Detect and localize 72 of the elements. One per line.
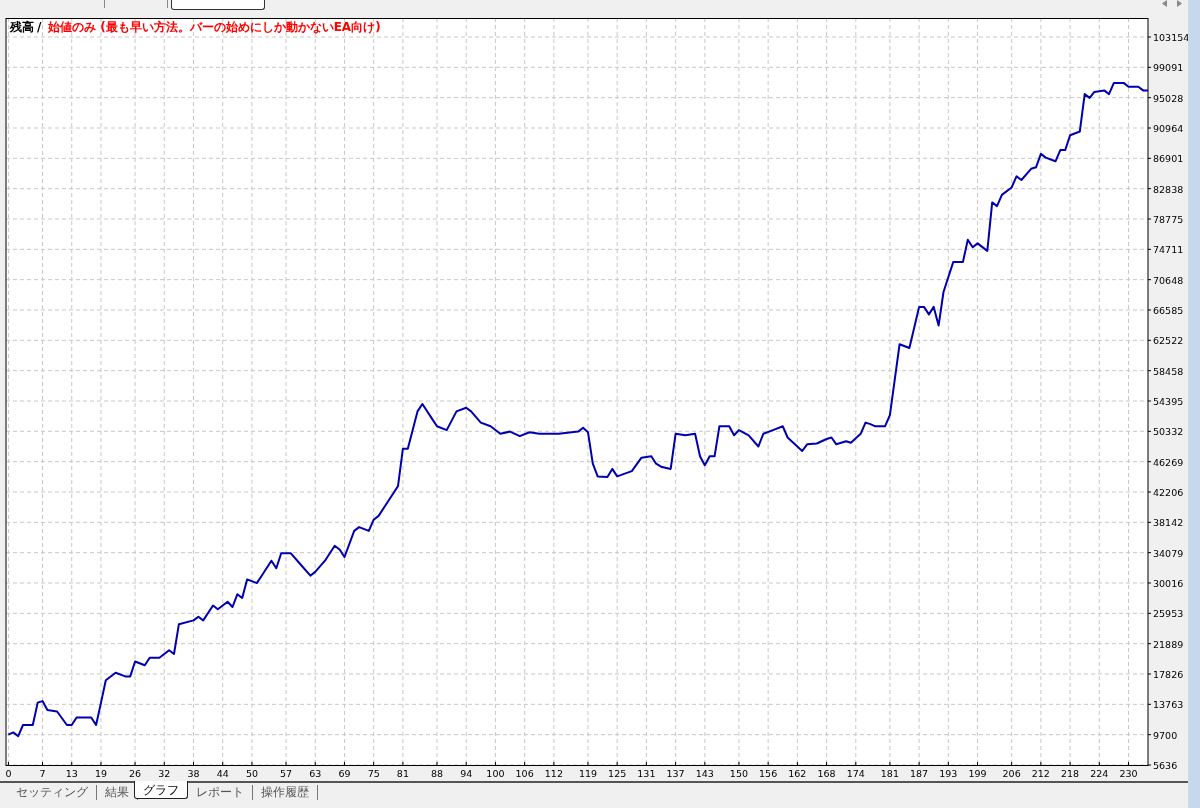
y-tick-label: 25953 (1153, 608, 1184, 620)
legend-label: 始値のみ (最も早い方法。バーの始めにしか動かないEA向け) (48, 20, 381, 34)
x-tick-label: 75 (367, 768, 380, 779)
y-tick-label: 66585 (1153, 305, 1184, 316)
x-tick-label: 38 (187, 768, 200, 779)
legend-label: 残高 (10, 20, 34, 34)
x-tick-label: 7 (39, 768, 46, 779)
x-tick-label: 88 (430, 768, 444, 779)
x-tick-label: 69 (338, 768, 351, 779)
y-tick-label: 95028 (1153, 92, 1184, 104)
x-tick-label: 230 (1119, 768, 1138, 779)
y-tick-label: 82838 (1153, 183, 1184, 195)
y-tick-label: 58458 (1153, 365, 1184, 377)
scroll-right-icon[interactable] (1176, 0, 1182, 7)
scroll-left-icon[interactable] (1162, 0, 1168, 7)
y-tick-label: 21889 (1153, 638, 1184, 650)
y-tick-label: 90964 (1153, 123, 1184, 134)
tab[interactable]: セッティング (8, 785, 97, 800)
x-tick-label: 13 (65, 768, 78, 779)
y-tick-label: 13763 (1153, 699, 1184, 711)
y-tick-label: 34079 (1153, 547, 1184, 559)
x-tick-label: 181 (880, 768, 899, 779)
x-tick-label: 32 (158, 768, 171, 779)
tab[interactable]: グラフ (134, 781, 188, 799)
y-tick-label: 103154 (1153, 32, 1188, 43)
y-tick-label: 70648 (1153, 274, 1184, 286)
y-tick-label: 86901 (1153, 153, 1184, 165)
x-tick-label: 44 (216, 768, 229, 779)
x-tick-label: 199 (968, 768, 987, 779)
x-tick-label: 131 (637, 768, 656, 779)
x-tick-label: 162 (788, 768, 807, 779)
x-tick-label: 212 (1031, 768, 1050, 779)
legend-separator: / (37, 20, 42, 34)
y-tick-label: 38142 (1153, 517, 1184, 529)
x-tick-label: 50 (245, 768, 258, 779)
y-tick-label: 9700 (1153, 729, 1178, 741)
x-tick-label: 57 (279, 768, 293, 779)
x-tick-label: 187 (910, 768, 929, 779)
x-tick-label: 224 (1090, 768, 1109, 779)
x-tick-label: 106 (515, 768, 534, 779)
y-tick-label: 78775 (1153, 214, 1184, 225)
y-tick-label: 62522 (1153, 335, 1184, 347)
y-tick-label: 30016 (1153, 578, 1184, 589)
y-tick-label: 99091 (1153, 62, 1184, 74)
y-tick-label: 50332 (1153, 426, 1184, 438)
x-tick-label: 81 (396, 768, 409, 779)
x-tick-label: 19 (94, 768, 107, 779)
tab[interactable]: レポート (188, 785, 253, 800)
x-tick-label: 143 (695, 768, 714, 779)
x-tick-label: 156 (759, 768, 778, 779)
x-tick-label: 193 (939, 768, 958, 779)
y-tick-label: 74711 (1153, 244, 1184, 256)
y-tick-label: 17826 (1153, 669, 1184, 680)
x-tick-label: 168 (817, 768, 836, 779)
x-tick-label: 26 (129, 768, 142, 779)
x-tick-label: 174 (846, 768, 865, 779)
x-tick-label: 112 (544, 768, 563, 779)
y-tick-label: 5636 (1153, 760, 1178, 771)
y-tick-label: 46269 (1153, 456, 1184, 468)
x-tick-label: 218 (1061, 768, 1080, 779)
y-tick-label: 42206 (1153, 487, 1184, 498)
x-tick-label: 150 (729, 768, 748, 779)
tab[interactable]: 操作履歴 (253, 785, 318, 800)
x-tick-label: 94 (460, 768, 473, 779)
x-tick-label: 63 (309, 768, 322, 779)
x-tick-label: 100 (486, 768, 505, 779)
x-tick-label: 206 (1002, 768, 1021, 779)
y-tick-label: 54395 (1153, 396, 1184, 407)
x-tick-label: 119 (578, 768, 598, 779)
x-tick-label: 125 (608, 768, 627, 779)
x-tick-label: 0 (5, 768, 12, 779)
x-tick-label: 137 (666, 768, 685, 779)
